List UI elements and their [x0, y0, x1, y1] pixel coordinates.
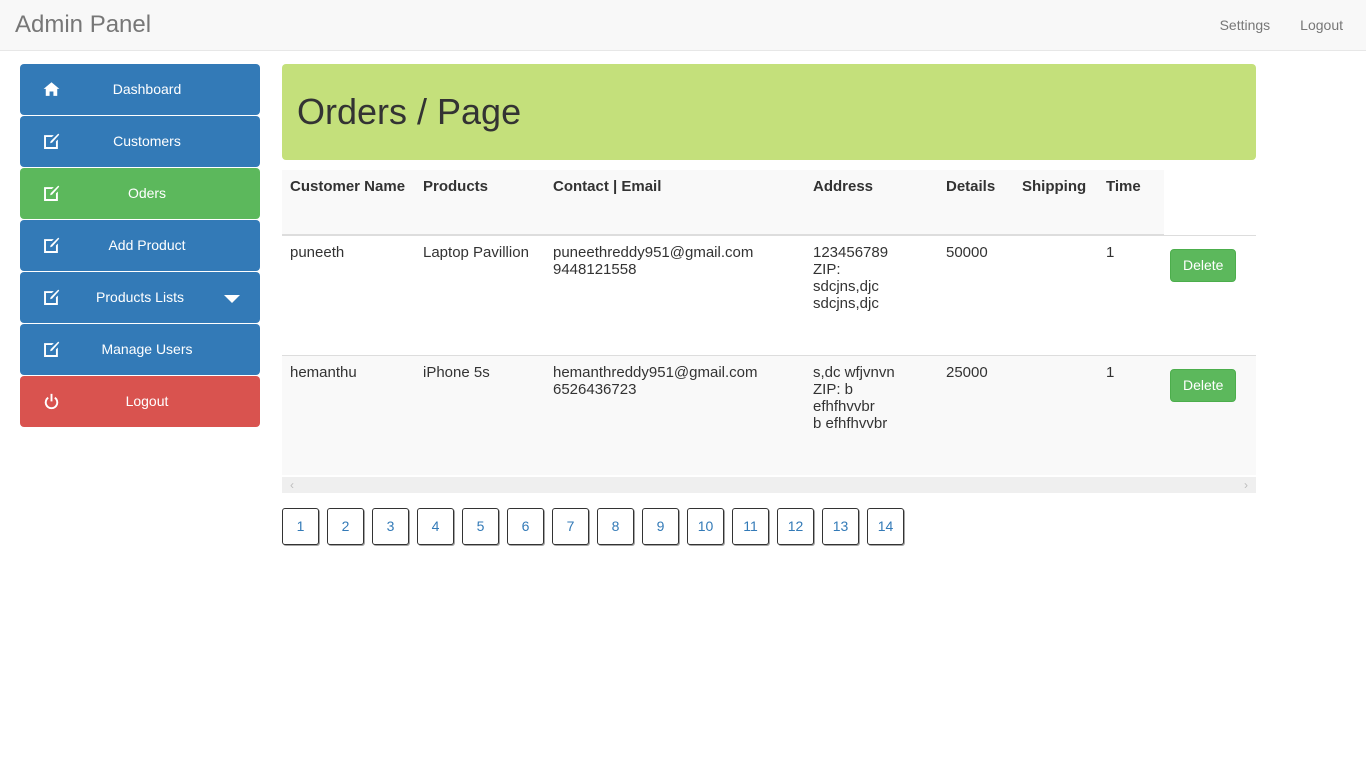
pagination-page-13[interactable]: 13 — [822, 508, 859, 545]
pagination-page-9[interactable]: 9 — [642, 508, 679, 545]
pagination-page-1[interactable]: 1 — [282, 508, 319, 545]
address-line: 123456789 — [813, 244, 889, 261]
sidebar-item-logout[interactable]: Logout — [20, 376, 260, 427]
navbar-brand[interactable]: Admin Panel — [15, 0, 166, 50]
pagination-page-8[interactable]: 8 — [597, 508, 634, 545]
pagination-page-2[interactable]: 2 — [327, 508, 364, 545]
contact-email-text: hemanthreddy951@gmail.com — [553, 363, 758, 381]
cell-address: 123456789 ZIP: sdcjns,djc sdcjns,djc — [813, 234, 946, 355]
contact-phone-text: 6526436723 — [553, 380, 637, 398]
table-row: hemanthu iPhone 5s hemanthreddy951@gmail… — [282, 354, 1256, 475]
cell-details: 25000 — [946, 354, 1022, 475]
pagination-page-14[interactable]: 14 — [867, 508, 904, 545]
cell-products: Laptop Pavillion — [423, 234, 553, 355]
address-line: ZIP: b — [813, 380, 854, 398]
pagination-page-3[interactable]: 3 — [372, 508, 409, 545]
address-line: s,dc wfjvnvn — [813, 363, 895, 381]
nav-link-settings[interactable]: Settings — [1205, 2, 1286, 48]
edit-square-icon — [40, 168, 62, 219]
page-title: Orders / Page — [297, 91, 522, 133]
pagination: 1 2 3 4 5 6 7 8 9 10 11 12 13 14 — [282, 508, 1256, 545]
scroll-right-arrow-icon[interactable]: › — [1238, 477, 1254, 493]
cell-customer-name: puneeth — [282, 234, 423, 355]
cell-shipping — [1022, 234, 1106, 355]
pagination-page-6[interactable]: 6 — [507, 508, 544, 545]
pagination-page-5[interactable]: 5 — [462, 508, 499, 545]
page-banner: Orders / Page — [282, 64, 1256, 160]
pagination-page-7[interactable]: 7 — [552, 508, 589, 545]
pagination-page-12[interactable]: 12 — [777, 508, 814, 545]
edit-square-icon — [40, 116, 62, 167]
cell-address: s,dc wfjvnvn ZIP: b efhfhvvbr b efhfhvvb… — [813, 354, 946, 475]
nav-link-logout[interactable]: Logout — [1285, 2, 1358, 48]
pagination-page-4[interactable]: 4 — [417, 508, 454, 545]
cell-time: 1 — [1106, 234, 1164, 355]
col-header-products[interactable]: Products — [423, 170, 553, 236]
sidebar-item-add-product[interactable]: Add Product — [20, 220, 260, 271]
address-line: b efhfhvvbr — [813, 414, 888, 432]
edit-square-icon — [40, 272, 62, 323]
col-header-action — [1164, 170, 1256, 236]
top-navbar: Admin Panel Settings Logout — [0, 0, 1366, 51]
edit-square-icon — [40, 324, 62, 375]
contact-email-text: puneethreddy951@gmail.com — [553, 244, 754, 261]
main-content: Orders / Page Customer Name Products Con… — [282, 64, 1256, 545]
chevron-down-icon[interactable] — [224, 295, 240, 303]
col-header-address[interactable]: Address — [813, 170, 946, 236]
orders-table-wrapper: Customer Name Products Contact | Email A… — [282, 170, 1256, 475]
col-header-time[interactable]: Time — [1106, 170, 1164, 236]
cell-details: 50000 — [946, 234, 1022, 355]
table-body: puneeth Laptop Pavillion puneethreddy951… — [282, 234, 1256, 475]
cell-action: Delete — [1164, 234, 1256, 355]
delete-button[interactable]: Delete — [1170, 368, 1237, 403]
cell-time: 1 — [1106, 354, 1164, 475]
table-row: puneeth Laptop Pavillion puneethreddy951… — [282, 234, 1256, 355]
col-header-details[interactable]: Details — [946, 170, 1022, 236]
sidebar-item-products-lists[interactable]: Products Lists — [20, 272, 260, 323]
delete-button[interactable]: Delete — [1170, 248, 1237, 283]
sidebar-item-manage-users[interactable]: Manage Users — [20, 324, 260, 375]
sidebar-item-dashboard[interactable]: Dashboard — [20, 64, 260, 115]
cell-action: Delete — [1164, 354, 1256, 475]
sidebar-item-oders[interactable]: Oders — [20, 168, 260, 219]
pagination-page-10[interactable]: 10 — [687, 508, 724, 545]
address-line: sdcjns,djc — [813, 278, 879, 295]
cell-customer-name: hemanthu — [282, 354, 423, 475]
sidebar: Dashboard Customers Oders Add Product Pr… — [20, 64, 260, 428]
address-line: efhfhvvbr — [813, 397, 875, 415]
address-line: ZIP: — [813, 261, 841, 278]
cell-products: iPhone 5s — [423, 354, 553, 475]
orders-table: Customer Name Products Contact | Email A… — [282, 170, 1256, 475]
scroll-left-arrow-icon[interactable]: ‹ — [284, 477, 300, 493]
table-header: Customer Name Products Contact | Email A… — [282, 170, 1256, 236]
cell-contact-email: puneethreddy951@gmail.com 9448121558 — [553, 234, 813, 355]
col-header-shipping[interactable]: Shipping — [1022, 170, 1106, 236]
table-header-row: Customer Name Products Contact | Email A… — [282, 170, 1256, 236]
contact-phone-text: 9448121558 — [553, 261, 637, 278]
edit-square-icon — [40, 220, 62, 271]
cell-shipping — [1022, 354, 1106, 475]
navbar-links: Settings Logout — [1205, 0, 1358, 50]
horizontal-scrollbar[interactable]: ‹ › — [282, 477, 1256, 493]
address-line: sdcjns,djc — [813, 295, 879, 312]
cell-contact-email: hemanthreddy951@gmail.com 6526436723 — [553, 354, 813, 475]
col-header-contact-email[interactable]: Contact | Email — [553, 170, 813, 236]
sidebar-item-customers[interactable]: Customers — [20, 116, 260, 167]
home-icon — [40, 64, 62, 115]
power-icon — [40, 376, 62, 427]
pagination-page-11[interactable]: 11 — [732, 508, 769, 545]
col-header-customer-name[interactable]: Customer Name — [282, 170, 423, 236]
